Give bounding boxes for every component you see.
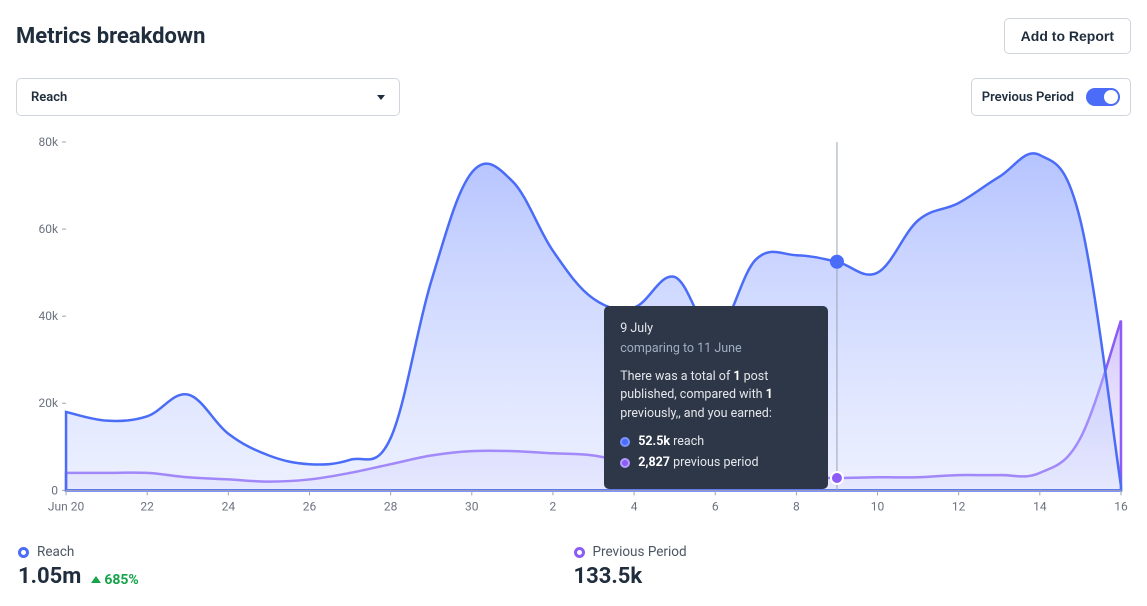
metrics-chart[interactable]: 020k40k60k80kJun 20222426283024681012141…: [18, 136, 1129, 536]
tooltip-date: 9 July: [620, 320, 810, 338]
svg-text:12: 12: [952, 499, 966, 513]
svg-text:30: 30: [465, 499, 479, 513]
legend-reach-delta: 685%: [91, 572, 138, 588]
svg-text:22: 22: [140, 499, 154, 513]
chevron-down-icon: [377, 95, 385, 100]
tooltip-reach-row: 52.5k reach: [620, 433, 810, 451]
svg-text:14: 14: [1033, 499, 1047, 513]
svg-text:8: 8: [793, 499, 800, 513]
prev-legend-dot-icon: [574, 547, 585, 558]
tooltip-body: There was a total of 1 post published, c…: [620, 368, 810, 422]
metric-select[interactable]: Reach: [16, 78, 400, 116]
svg-text:Jun 20: Jun 20: [48, 499, 85, 513]
legend-prev-value: 133.5k: [574, 564, 643, 589]
legend-prev-label: Previous Period: [574, 544, 1130, 560]
svg-text:10: 10: [871, 499, 885, 513]
chart-legend: Reach 1.05m 685% Previous Period 133.5k: [16, 544, 1131, 589]
svg-text:28: 28: [384, 499, 398, 513]
legend-reach-value: 1.05m: [18, 564, 81, 589]
toggle-label: Previous Period: [982, 90, 1074, 105]
page-title: Metrics breakdown: [16, 24, 205, 49]
metric-select-label: Reach: [31, 90, 67, 105]
svg-text:20k: 20k: [38, 396, 58, 410]
svg-text:4: 4: [631, 499, 638, 513]
tooltip-compare-line: comparing to 11 June: [620, 340, 810, 358]
previous-period-toggle-group: Previous Period: [971, 78, 1131, 116]
svg-text:0: 0: [51, 483, 58, 497]
svg-text:40k: 40k: [38, 309, 58, 323]
chart-tooltip: 9 July comparing to 11 June There was a …: [604, 306, 828, 489]
svg-text:2: 2: [550, 499, 557, 513]
svg-text:6: 6: [712, 499, 719, 513]
svg-text:60k: 60k: [38, 222, 58, 236]
add-to-report-button[interactable]: Add to Report: [1004, 18, 1131, 54]
previous-period-switch[interactable]: [1086, 88, 1120, 106]
svg-text:16: 16: [1114, 499, 1128, 513]
previous-dot-icon: [620, 458, 630, 468]
svg-text:26: 26: [303, 499, 317, 513]
tooltip-prev-row: 2,827 previous period: [620, 454, 810, 472]
legend-reach-label: Reach: [18, 544, 574, 560]
up-arrow-icon: [91, 576, 101, 583]
svg-text:80k: 80k: [38, 136, 58, 149]
svg-text:24: 24: [222, 499, 236, 513]
reach-dot-icon: [620, 437, 630, 447]
reach-legend-dot-icon: [18, 547, 29, 558]
